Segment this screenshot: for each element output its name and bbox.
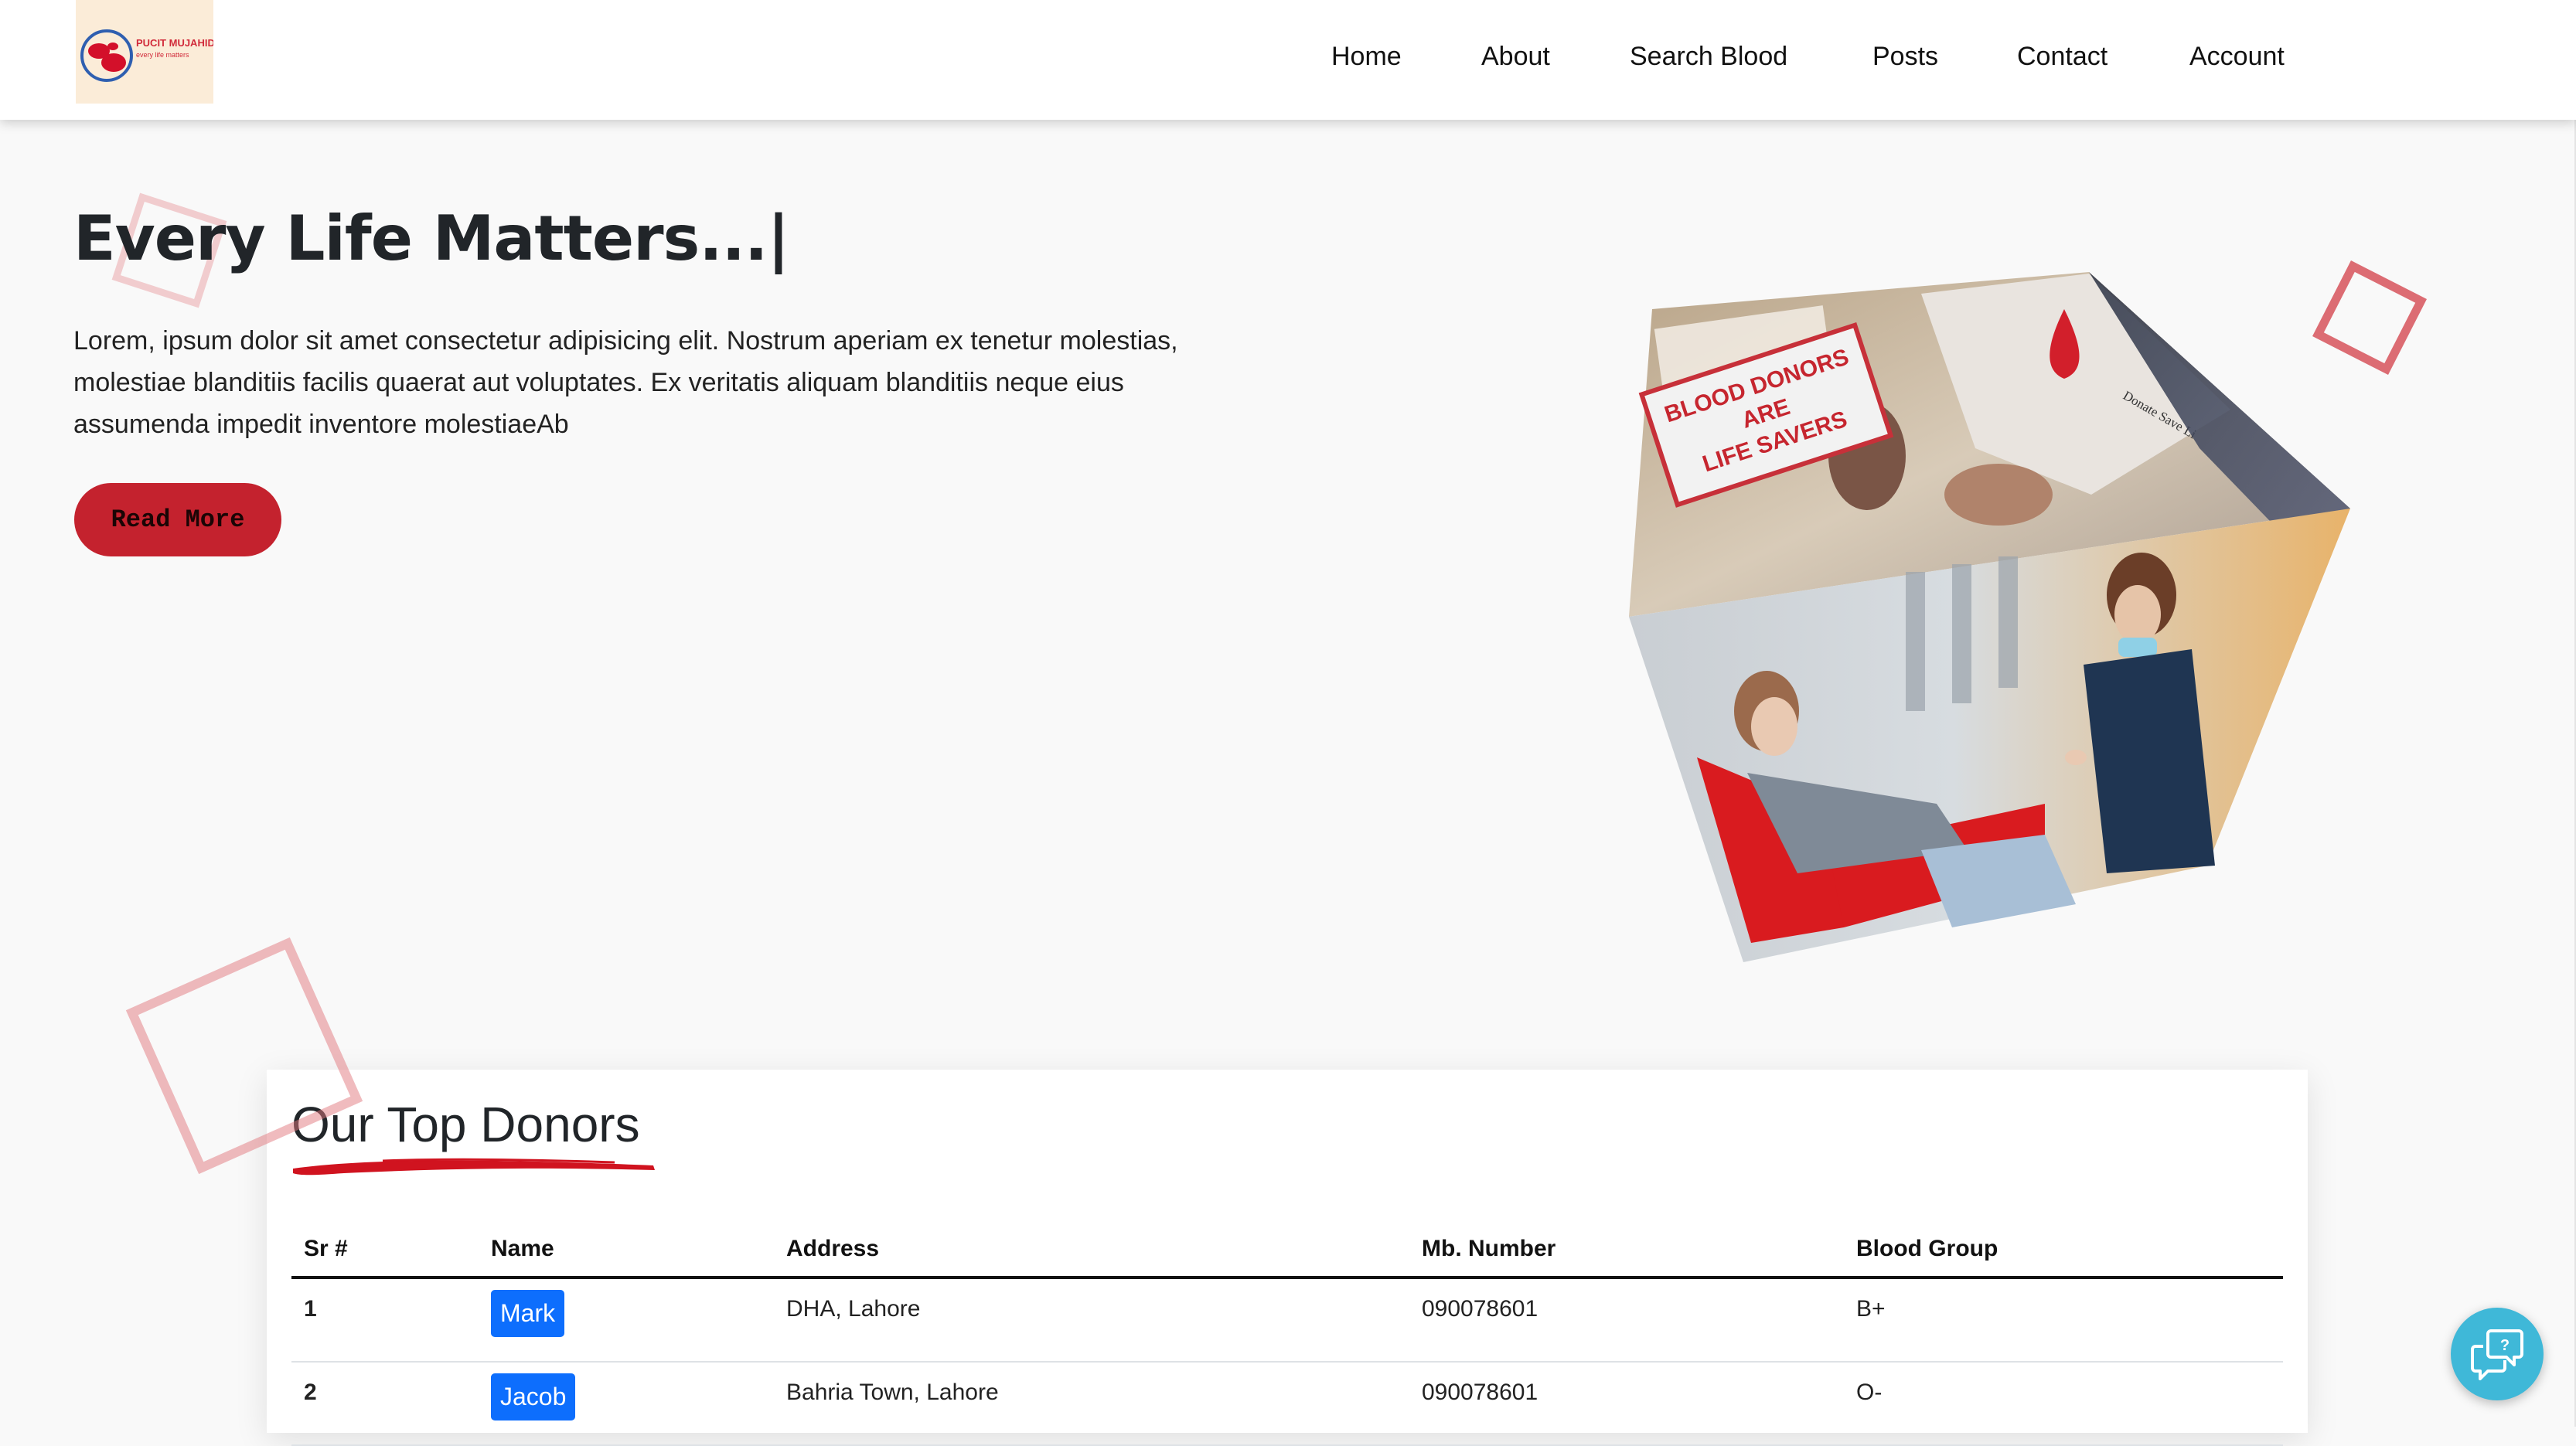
logo-tagline: every life matters [136,51,189,59]
cell-address: Bahria Town, Lahore [774,1362,1409,1446]
brush-underline [293,1158,655,1176]
cell-name: Jacob [479,1362,774,1446]
blood-drops-icon [80,29,133,82]
col-blood-group: Blood Group [1844,1236,2283,1279]
cell-sr: 1 [291,1278,479,1363]
donors-table: Sr # Name Address Mb. Number Blood Group… [291,1236,2283,1446]
cell-mobile: 090078601 [1409,1362,1844,1446]
cell-sr: 2 [291,1362,479,1446]
cell-name: Mark [479,1278,774,1363]
table-header-row: Sr # Name Address Mb. Number Blood Group [291,1236,2283,1279]
nav-about[interactable]: About [1481,42,1550,72]
cell-address: DHA, Lahore [774,1278,1409,1363]
nav-home[interactable]: Home [1331,42,1402,72]
col-name: Name [479,1236,774,1279]
nav-account[interactable]: Account [2189,42,2285,72]
chat-help-icon: ? [2471,1329,2523,1380]
col-mobile: Mb. Number [1409,1236,1844,1279]
table-row: 1 Mark DHA, Lahore 090078601 B+ [291,1278,2283,1363]
nav-contact[interactable]: Contact [2017,42,2107,72]
hero-description: Lorem, ipsum dolor sit amet consectetur … [73,326,1178,439]
logo-title: PUCIT MUJAHIDS [136,37,213,49]
nav-posts[interactable]: Posts [1872,42,1938,72]
cell-mobile: 090078601 [1409,1278,1844,1363]
col-address: Address [774,1236,1409,1279]
hero-title: Every Life Matters...| [73,202,790,274]
typing-cursor: | [767,202,789,274]
hero-title-text: Every Life Matters... [73,202,768,274]
nav-search-blood[interactable]: Search Blood [1630,42,1787,72]
svg-text:?: ? [2500,1337,2510,1354]
cell-blood-group: B+ [1844,1278,2283,1363]
blood-donation-cube-image: BLOOD DONORS ARE LIFE SAVERS Donate Save… [1629,272,2350,962]
chat-help-button[interactable]: ? [2451,1308,2544,1400]
table-row: 2 Jacob Bahria Town, Lahore 090078601 O- [291,1362,2283,1446]
cell-blood-group: O- [1844,1362,2283,1446]
donor-name-button[interactable]: Jacob [491,1373,576,1420]
top-donors-section: Our Top Donors Sr # Name Address Mb. Num… [267,1070,2308,1446]
site-logo[interactable]: PUCIT MUJAHIDS every life matters [76,0,213,104]
col-sr: Sr # [291,1236,479,1279]
read-more-button[interactable]: Read More [74,483,281,556]
navbar: PUCIT MUJAHIDS every life matters Home A… [0,0,2576,120]
donor-name-button[interactable]: Mark [491,1290,565,1337]
